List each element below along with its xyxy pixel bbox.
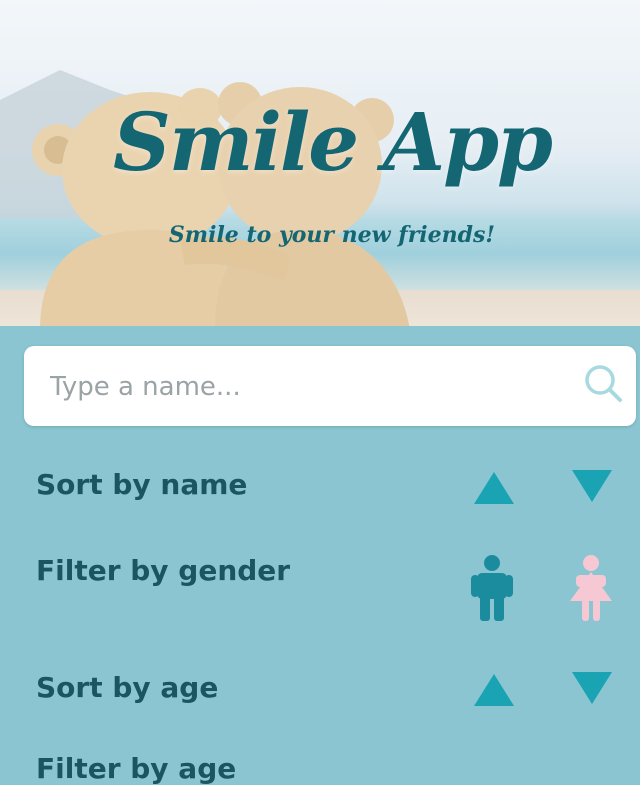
search-input[interactable] [48,364,572,410]
sort-age-ascending-icon[interactable] [474,674,514,706]
sort-age-descending-icon[interactable] [572,672,612,704]
sort-by-name-label: Sort by name [36,468,248,501]
filter-by-age-label: Filter by age [36,752,237,785]
header-hero-image: Smile App Smile to your new friends! [0,0,640,326]
search-icon[interactable] [582,362,624,404]
sort-name-ascending-icon[interactable] [474,472,514,504]
search-box [24,346,636,426]
filter-by-gender-label: Filter by gender [36,554,291,587]
sort-name-descending-icon[interactable] [572,470,612,502]
male-icon[interactable] [469,555,515,621]
female-icon[interactable] [568,555,614,621]
app-title: Smile App [113,95,553,189]
app-subtitle: Smile to your new friends! [168,222,496,248]
sort-by-age-label: Sort by age [36,671,219,704]
